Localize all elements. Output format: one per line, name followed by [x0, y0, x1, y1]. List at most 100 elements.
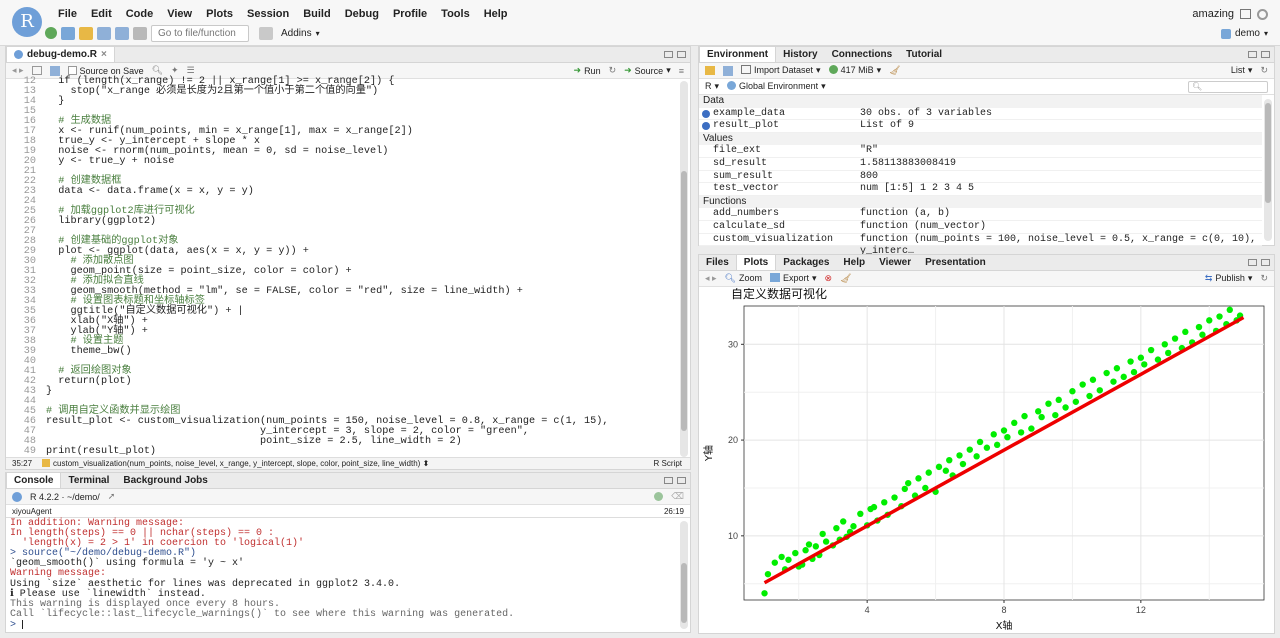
- expand-icon[interactable]: [702, 122, 710, 131]
- tab-tutorial[interactable]: Tutorial: [899, 47, 949, 62]
- tab-environment[interactable]: Environment: [699, 47, 777, 62]
- refresh-icon[interactable]: ↻: [1260, 273, 1268, 284]
- back-icon[interactable]: ◂ ▸: [12, 65, 24, 76]
- env-row[interactable]: calculate_sd function (num_vector): [699, 221, 1262, 234]
- env-row[interactable]: test_vector num [1:5] 1 2 3 4 5: [699, 183, 1262, 196]
- env-row[interactable]: file_ext "R": [699, 145, 1262, 158]
- maximize-icon[interactable]: [1261, 51, 1270, 58]
- tab-plots[interactable]: Plots: [735, 255, 777, 270]
- goto-dir-icon[interactable]: ➚: [108, 491, 116, 502]
- console-scrollbar[interactable]: [680, 521, 688, 629]
- show-in-window-icon[interactable]: [31, 66, 42, 75]
- magic-wand-icon[interactable]: ✦: [171, 65, 179, 76]
- save-icon[interactable]: [97, 26, 111, 40]
- delete-plot-icon[interactable]: ⊗: [825, 273, 833, 284]
- new-file-icon[interactable]: [45, 27, 57, 39]
- env-row[interactable]: add_numbers function (a, b): [699, 208, 1262, 221]
- print-icon[interactable]: [133, 26, 147, 40]
- menu-session[interactable]: Session: [240, 8, 296, 20]
- env-row[interactable]: example_data 30 obs. of 3 variables: [699, 108, 1262, 121]
- outline-toggle-icon[interactable]: ≡: [679, 66, 684, 76]
- function-scope[interactable]: custom_visualization(num_points, noise_l…: [53, 458, 429, 469]
- data-point: [1079, 381, 1086, 388]
- environment-scrollbar[interactable]: [1264, 99, 1272, 241]
- menu-tools[interactable]: Tools: [434, 8, 477, 20]
- menu-code[interactable]: Code: [119, 8, 161, 20]
- menu-profile[interactable]: Profile: [386, 8, 434, 20]
- maximize-icon[interactable]: [677, 477, 686, 484]
- run-button[interactable]: ➜ Run: [574, 65, 601, 76]
- menu-help[interactable]: Help: [477, 8, 515, 20]
- menu-edit[interactable]: Edit: [84, 8, 119, 20]
- stop-icon[interactable]: [654, 492, 664, 501]
- tab-help[interactable]: Help: [836, 255, 872, 270]
- env-row[interactable]: result_plot List of 9: [699, 120, 1262, 133]
- power-icon[interactable]: [1257, 8, 1268, 20]
- chevron-down-icon: ▾: [714, 81, 720, 91]
- tab-connections[interactable]: Connections: [825, 47, 900, 62]
- menu-build[interactable]: Build: [296, 8, 338, 20]
- minimize-icon[interactable]: [664, 477, 673, 484]
- tab-background-jobs[interactable]: Background Jobs: [116, 473, 214, 488]
- rerun-icon[interactable]: ↻: [609, 65, 617, 76]
- back-icon[interactable]: ◂ ▸: [705, 273, 717, 284]
- minimize-icon[interactable]: [664, 51, 673, 58]
- scope-selector[interactable]: Global Environment ▾: [727, 81, 826, 92]
- file-type[interactable]: R Script: [654, 458, 682, 469]
- new-project-icon[interactable]: [61, 26, 75, 40]
- close-icon[interactable]: ×: [101, 47, 107, 63]
- broom-icon[interactable]: 🧹︎: [889, 65, 900, 76]
- env-row[interactable]: sum_result 800: [699, 171, 1262, 184]
- tab-history[interactable]: History: [776, 47, 824, 62]
- refresh-icon[interactable]: ↻: [1260, 65, 1268, 76]
- broom-icon[interactable]: 🧹︎: [840, 273, 851, 284]
- save-icon[interactable]: [49, 65, 60, 76]
- menu-debug[interactable]: Debug: [338, 8, 386, 20]
- tab-presentation[interactable]: Presentation: [918, 255, 993, 270]
- expand-icon[interactable]: [702, 109, 710, 118]
- search-icon[interactable]: 🔍︎: [152, 65, 163, 76]
- list-view-button[interactable]: List ▾: [1231, 65, 1253, 76]
- menu-plots[interactable]: Plots: [199, 8, 240, 20]
- env-row[interactable]: custom_visualization function (num_points…: [699, 234, 1262, 257]
- menu-file[interactable]: File: [51, 8, 84, 20]
- grid-layout-icon[interactable]: [259, 26, 273, 40]
- source-on-save-checkbox[interactable]: [67, 66, 77, 75]
- tab-viewer[interactable]: Viewer: [872, 255, 918, 270]
- publish-button[interactable]: ⇆ Publish ▾: [1205, 273, 1253, 284]
- open-icon[interactable]: [705, 66, 715, 75]
- addins-menu[interactable]: Addins: [281, 28, 312, 39]
- clear-console-icon[interactable]: ⌫: [671, 491, 684, 502]
- tab-console[interactable]: Console: [6, 473, 62, 488]
- minimize-icon[interactable]: [1248, 51, 1257, 58]
- save-all-icon[interactable]: [115, 26, 129, 40]
- tab-debug-demo[interactable]: debug-demo.R ×: [6, 47, 115, 62]
- env-row[interactable]: sd_result 1.58113883008419: [699, 158, 1262, 171]
- maximize-icon[interactable]: [1261, 259, 1270, 266]
- project-menu[interactable]: demo ▾: [1220, 28, 1268, 39]
- minimize-icon[interactable]: [1248, 259, 1257, 266]
- code-text: y <- true_y + noise: [46, 156, 175, 167]
- tab-packages[interactable]: Packages: [776, 255, 836, 270]
- menu-view[interactable]: View: [160, 8, 199, 20]
- tab-files[interactable]: Files: [699, 255, 736, 270]
- code-area[interactable]: 12 if (length(x_range) != 2 || x_range[1…: [6, 76, 678, 457]
- save-icon[interactable]: [723, 65, 733, 76]
- import-dataset-button[interactable]: Import Dataset ▾: [741, 65, 821, 76]
- memory-indicator[interactable]: 417 MiB ▾: [828, 65, 881, 76]
- outline-icon[interactable]: ☰: [187, 65, 195, 76]
- tab-terminal[interactable]: Terminal: [61, 473, 116, 488]
- goto-file-input[interactable]: Go to file/function: [151, 24, 249, 42]
- console-output[interactable]: In addition: Warning message: In length(s…: [6, 518, 678, 630]
- zoom-button[interactable]: 🔍︎ Zoom: [725, 273, 762, 284]
- export-button[interactable]: Export ▾: [770, 273, 817, 284]
- editor-scrollbar[interactable]: [680, 81, 688, 457]
- maximize-icon[interactable]: [677, 51, 686, 58]
- open-file-icon[interactable]: [79, 26, 93, 40]
- signout-icon[interactable]: [1240, 9, 1251, 19]
- source-button[interactable]: ➜ Source ▾: [624, 65, 671, 76]
- language-selector[interactable]: R ▾: [705, 81, 719, 92]
- env-search-input[interactable]: 🔍︎: [1188, 80, 1268, 93]
- memory-label: 417 MiB: [840, 65, 874, 75]
- env-value: num [1:5] 1 2 3 4 5: [860, 183, 975, 195]
